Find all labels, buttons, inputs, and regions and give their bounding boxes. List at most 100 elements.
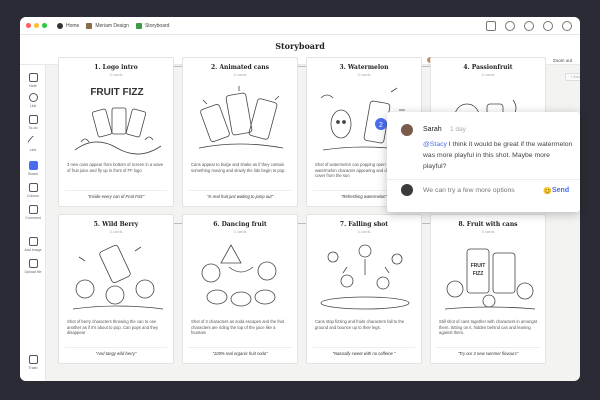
card-description: Cans appear to bulge and shake as if the… (191, 162, 286, 173)
comment-body: @Stacy I think it would be great if the … (423, 139, 573, 172)
card-description: Still shot of cans together with charact… (439, 319, 537, 336)
send-button[interactable]: Send (552, 187, 569, 194)
card-count: 3 cards (481, 229, 495, 234)
tool-label: Add image (24, 248, 42, 252)
tool-label: Line (29, 148, 37, 152)
zoom-out-button[interactable]: Zoom out (553, 58, 572, 63)
card-title: 4. Passionfruit (463, 64, 513, 71)
card-quote: "Try our 3 new summer flavours" (437, 347, 539, 359)
breadcrumb-label: Home (66, 22, 80, 29)
storyboard-card[interactable]: 6. Dancing fruit 3 cards Shot of 3 chara… (182, 214, 298, 364)
storyboard-card[interactable]: 8. Fruit with cans 3 cards FRUIT FIZZ St… (430, 214, 546, 364)
card-description: Shot of berry characters throwing the ca… (67, 319, 159, 336)
card-count: 3 cards (357, 72, 371, 77)
tool-label: Note (29, 84, 37, 88)
card-count: 3 cards (233, 72, 247, 77)
tool-label: Upload file (24, 270, 42, 274)
tool-line[interactable]: Line (20, 135, 46, 152)
home-icon (57, 22, 63, 29)
breadcrumb-label: Storyboard (144, 22, 170, 29)
card-title: 7. Falling shot (339, 221, 389, 228)
tool-label: Board (28, 172, 38, 176)
card-description: 3 new cans appear from bottom of screen … (67, 162, 164, 173)
trash-icon (28, 355, 38, 364)
minimize-window-icon[interactable] (34, 23, 39, 28)
comment-author: Sarah (423, 126, 442, 133)
emoji-icon[interactable]: 😊 (543, 187, 552, 195)
card-title: 5. Wild Berry (93, 221, 139, 228)
svg-text:FRUIT FIZZ: FRUIT FIZZ (90, 87, 143, 98)
workspace-icon (86, 22, 93, 29)
svg-text:FIZZ: FIZZ (473, 271, 484, 277)
card-quote: "100% real organic fruit soda" (189, 347, 291, 359)
breadcrumb-board[interactable]: Storyboard (135, 22, 170, 29)
svg-text:2: 2 (379, 122, 383, 129)
close-window-icon[interactable] (26, 23, 31, 28)
card-count: 3 cards (109, 72, 123, 77)
line-icon (26, 135, 40, 148)
tool-sidebar: Note Link To-do Line Board Column Commen… (20, 65, 46, 381)
tool-link[interactable]: Link (20, 93, 46, 108)
sketch-image (72, 244, 164, 310)
tool-comment[interactable]: Comment (20, 205, 46, 220)
sketch-image (201, 244, 277, 307)
comment-icon (28, 205, 38, 214)
help-icon[interactable] (505, 21, 515, 31)
comment-popover: Sarah 1 day @Stacy I think it would be g… (387, 112, 580, 212)
card-description: Cans stop fizzing and fruits characters … (315, 319, 405, 330)
divider (387, 179, 580, 180)
sketch-image: FRUIT FIZZ (74, 87, 162, 155)
tool-board[interactable]: Board (20, 161, 46, 176)
svg-text:FRUIT: FRUIT (471, 263, 486, 269)
card-quote: "Is real fruit just waiting to jump out" (189, 190, 291, 202)
image-icon (28, 237, 38, 246)
breadcrumb-home[interactable]: Home (57, 22, 80, 29)
tool-label: Comment (25, 216, 41, 220)
card-quote: "And tangy wild berry" (65, 347, 167, 359)
tool-label: Trash (28, 366, 38, 370)
link-icon (28, 93, 38, 102)
board-icon (135, 22, 142, 29)
card-title: 2. Animated cans (210, 64, 270, 71)
tool-column[interactable]: Column (20, 183, 46, 198)
note-icon (28, 73, 38, 82)
gear-icon[interactable] (562, 21, 572, 31)
bell-icon[interactable] (543, 21, 553, 31)
tool-upload-file[interactable]: Upload file (20, 259, 46, 274)
card-title: 8. Fruit with cans (458, 221, 518, 228)
card-count: 3 cards (481, 72, 495, 77)
storyboard-card[interactable]: 7. Falling shot 3 cards Cans stop fizzin… (306, 214, 422, 364)
storyboard-card[interactable]: 2. Animated cans 3 cards Cans appear to … (182, 57, 298, 207)
breadcrumb-workspace[interactable]: Meriam Design (86, 22, 129, 29)
column-icon (28, 183, 38, 192)
sketch-image: FRUIT FIZZ (444, 248, 536, 310)
storyboard-card[interactable]: 1. Logo intro 3 cards FRUIT FIZZ 3 new c… (58, 57, 174, 207)
card-description: Shot of 3 characters as soda escapes and… (191, 319, 285, 336)
storyboard-card[interactable]: 5. Wild Berry 3 cards Shot of berry char… (58, 214, 174, 364)
upload-icon (28, 259, 38, 268)
card-quote: "Naturally sweet with no caffeine " (313, 347, 415, 359)
device-icon[interactable] (486, 21, 496, 31)
tool-trash[interactable]: Trash (20, 355, 46, 370)
tool-label: Link (29, 104, 37, 108)
card-title: 6. Dancing fruit (213, 221, 267, 228)
avatar (401, 124, 413, 136)
search-icon[interactable] (524, 21, 534, 31)
maximize-window-icon[interactable] (42, 23, 47, 28)
reply-input[interactable]: We can try a few more options (423, 187, 515, 194)
todo-icon (28, 115, 38, 124)
page-title: Storyboard (275, 41, 325, 51)
card-count: 3 cards (357, 229, 371, 234)
tool-todo[interactable]: To-do (20, 115, 46, 130)
sketch-image (198, 86, 284, 149)
tool-label: Column (26, 194, 40, 198)
card-count: 3 cards (109, 229, 123, 234)
sketch-image (320, 244, 410, 310)
tool-add-image[interactable]: Add image (20, 237, 46, 252)
tool-note[interactable]: Note (20, 73, 46, 88)
mention-link[interactable]: @Stacy (423, 141, 447, 148)
board-icon (28, 161, 38, 170)
add-card-button[interactable]: + Add card (565, 73, 580, 81)
breadcrumb-label: Meriam Design (95, 22, 129, 29)
avatar (401, 184, 413, 196)
